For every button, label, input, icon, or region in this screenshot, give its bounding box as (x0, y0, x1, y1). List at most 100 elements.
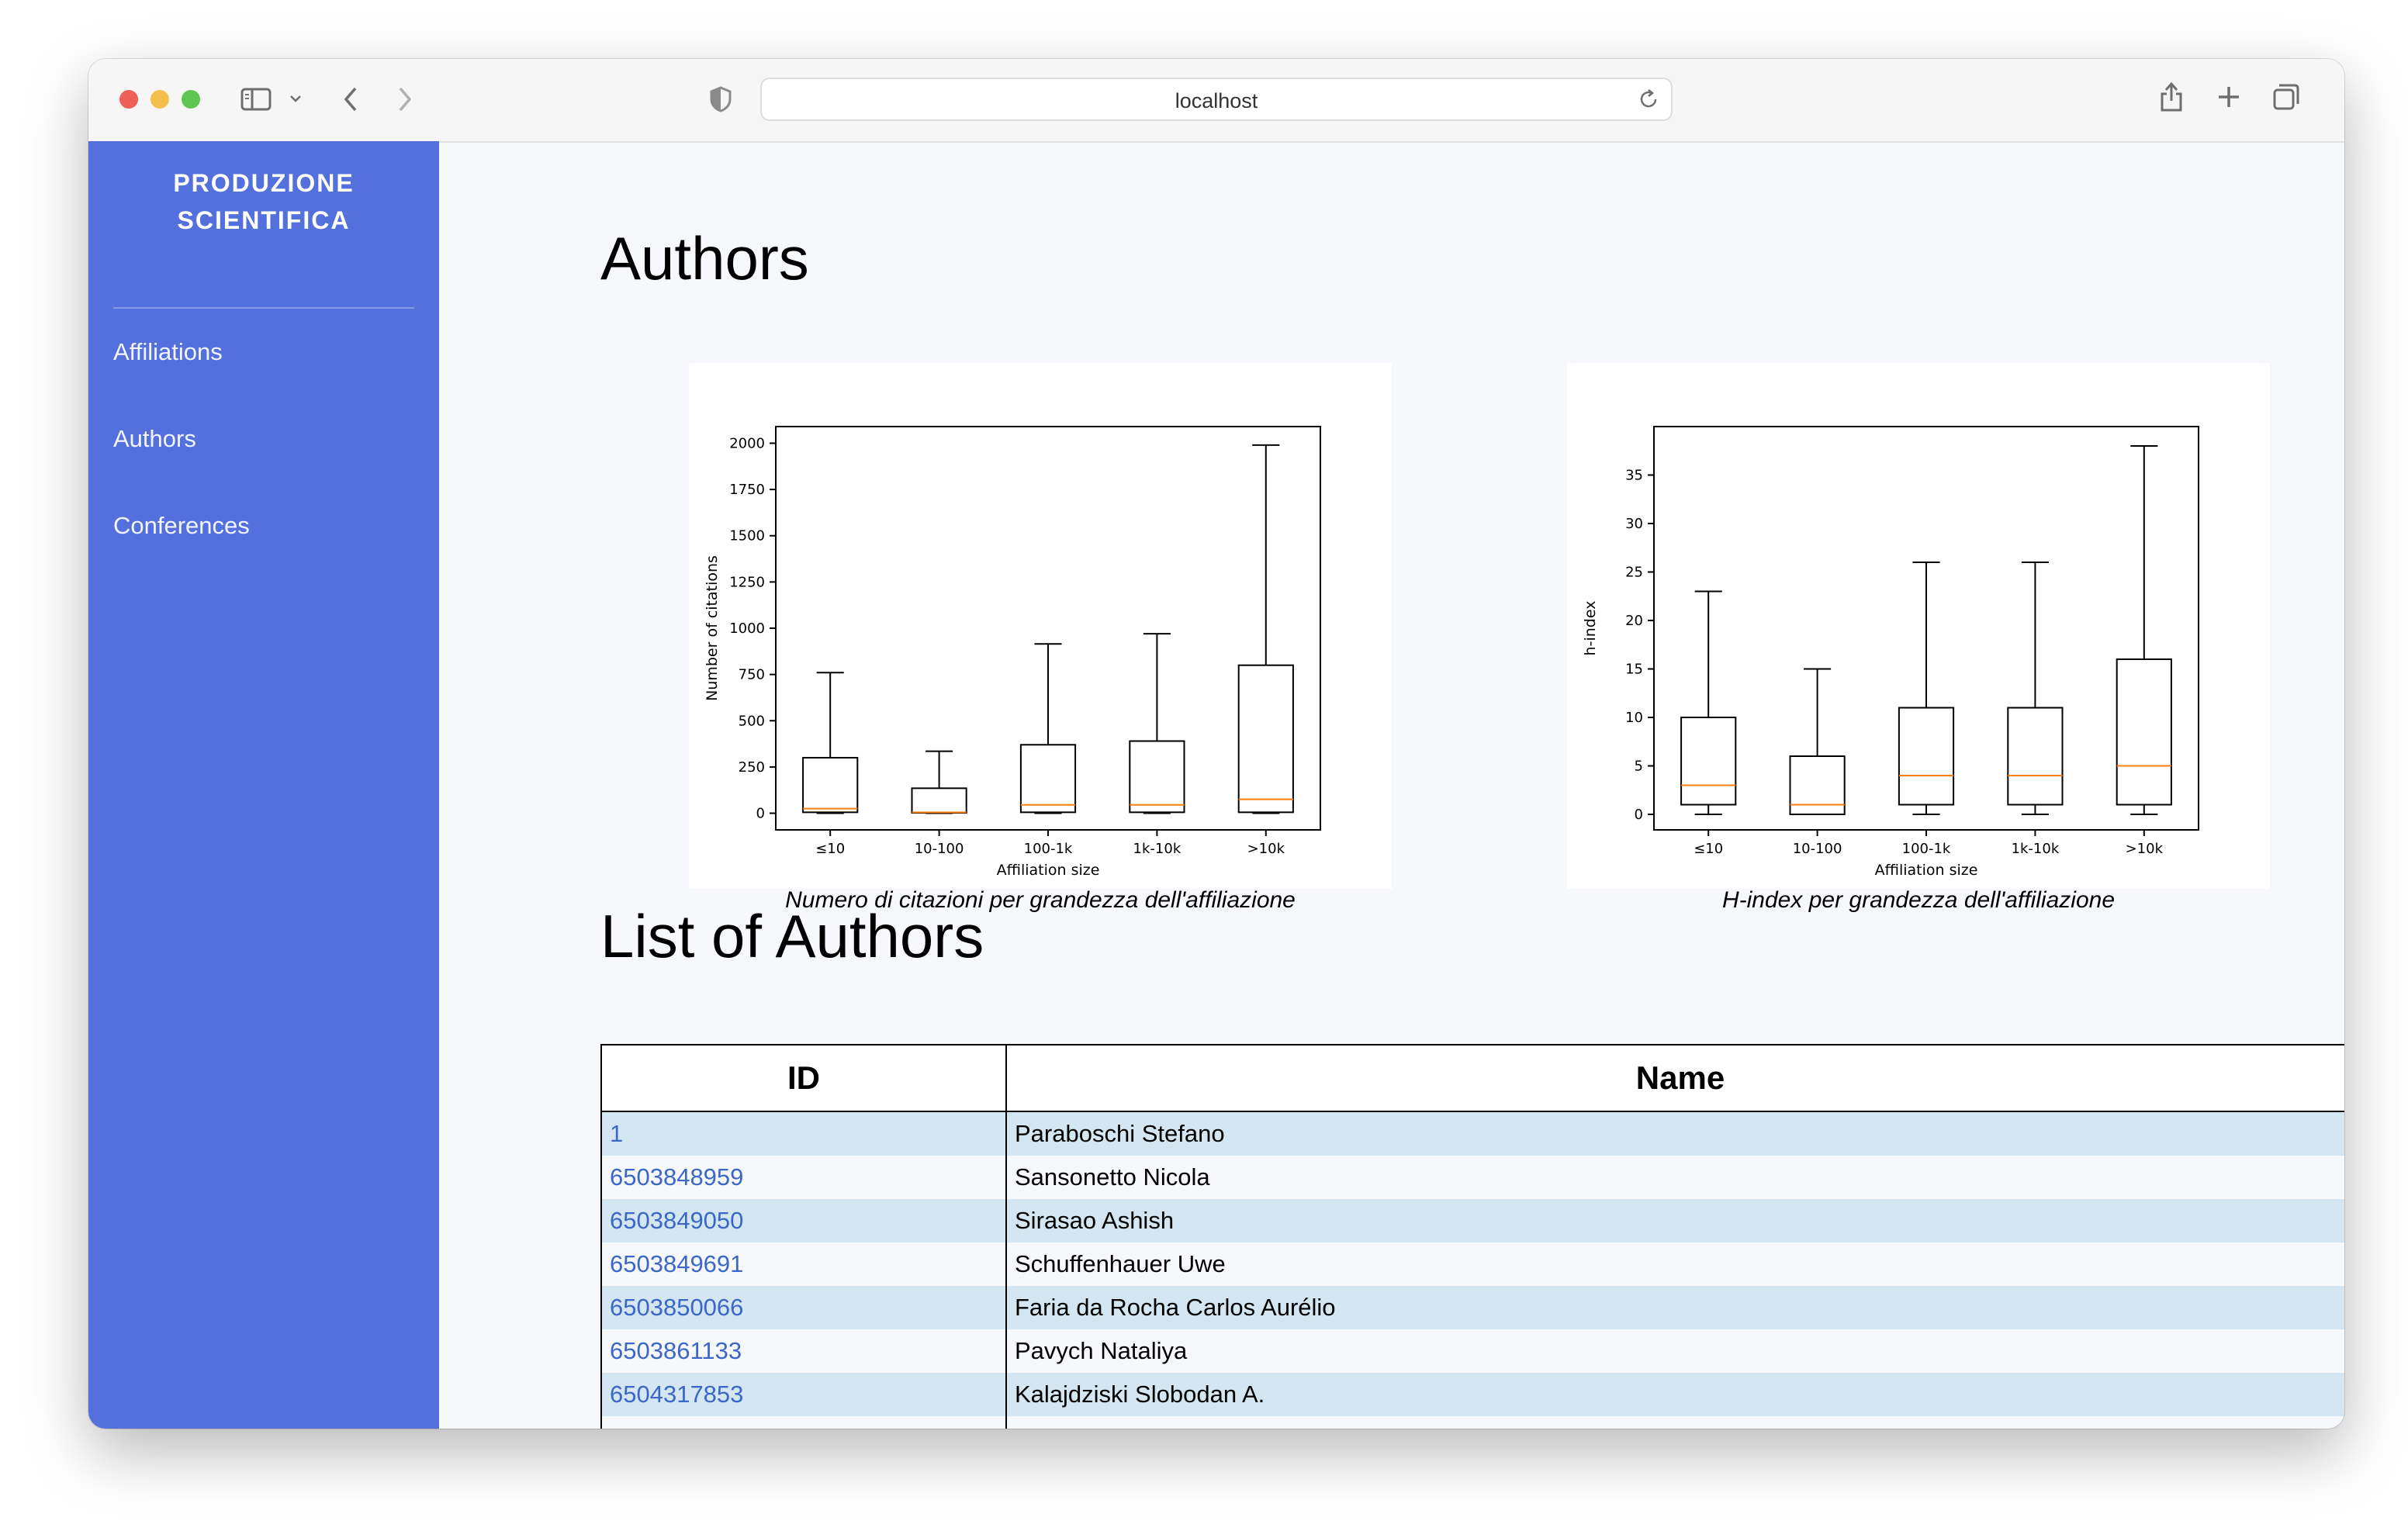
reload-icon[interactable] (1637, 88, 1660, 111)
box (802, 756, 859, 814)
zoom-window-button[interactable] (182, 90, 200, 109)
x-axis-label: Affiliation size (1875, 862, 1978, 879)
y-tick-label: 1750 (729, 482, 765, 498)
box (2116, 658, 2172, 806)
y-tick-label: 30 (1625, 516, 1643, 532)
y-tick-label: 250 (739, 759, 765, 776)
author-id-cell: 6503850066 (600, 1286, 1007, 1329)
box (1019, 744, 1077, 814)
brand-logo[interactable]: PRODUZIONE SCIENTIFICA (88, 164, 439, 239)
privacy-shield-icon[interactable] (709, 85, 732, 113)
sidebar-item-conferences[interactable]: Conferences (113, 512, 250, 540)
sidebar-item-authors[interactable]: Authors (113, 425, 196, 453)
author-id-cell: 6503849691 (600, 1242, 1007, 1286)
table-row: 6503848959 Sansonetto Nicola (600, 1156, 2344, 1199)
column-header-name[interactable]: Name (1005, 1044, 2344, 1112)
box (1898, 707, 1955, 806)
author-name-cell: Schuffenhauer Uwe (1005, 1242, 2344, 1286)
author-name-cell: Kalajdziski Slobodan A. (1005, 1373, 2344, 1416)
y-tick-label: 0 (1635, 807, 1643, 823)
table-row: 6504344958 Gillmeister Helge (600, 1416, 2344, 1429)
sidebar-toggle-icon[interactable] (240, 87, 272, 112)
share-icon[interactable] (2158, 81, 2185, 113)
author-id-cell: 6503861133 (600, 1329, 1007, 1373)
author-name-cell: Gillmeister Helge (1005, 1416, 2344, 1429)
table-row: 1 Paraboschi Stefano (600, 1111, 2344, 1156)
table-row: 6503861133 Pavych Nataliya (600, 1329, 2344, 1373)
new-tab-icon[interactable] (2216, 84, 2242, 110)
sidebar: PRODUZIONE SCIENTIFICA Affiliations Auth… (88, 141, 439, 1429)
table-header-row: ID Name (600, 1044, 2344, 1112)
y-axis-label: h-index (1582, 601, 1599, 656)
back-icon[interactable] (341, 85, 360, 113)
y-tick-label: 20 (1625, 613, 1643, 629)
hindex-chart-card: 0 5 10 15 20 25 30 35 ≤10 10-100 100-1k 1k-10k >10k A… (1567, 363, 2270, 889)
box (1237, 664, 1294, 814)
citations-chart-card: 0 250 500 750 1000 1250 1500 1750 2000 ≤10 10-100 1… (689, 363, 1392, 889)
x-tick-label: 10-100 (915, 841, 964, 857)
x-tick-label: 1k-10k (1133, 841, 1182, 857)
author-id-link[interactable]: 1 (610, 1120, 623, 1147)
y-axis-label: Number of citations (704, 555, 721, 701)
table-row: 6504317853 Kalajdziski Slobodan A. (600, 1373, 2344, 1416)
y-tick-label: 0 (756, 806, 765, 822)
author-id-cell: 1 (600, 1111, 1007, 1156)
author-id-link[interactable]: 6503849050 (610, 1207, 743, 1234)
author-id-link[interactable]: 6504317853 (610, 1381, 743, 1408)
authors-table: ID Name 1 Paraboschi Stefano 6503848959 San… (600, 1044, 2344, 1429)
sidebar-divider (113, 307, 414, 309)
address-bar[interactable]: localhost (760, 78, 1673, 121)
author-name-cell: Pavych Nataliya (1005, 1329, 2344, 1373)
column-header-id[interactable]: ID (600, 1044, 1007, 1112)
y-tick-label: 10 (1625, 710, 1643, 726)
y-tick-label: 5 (1635, 759, 1643, 775)
author-id-cell: 6503848959 (600, 1156, 1007, 1199)
author-id-cell: 6504317853 (600, 1373, 1007, 1416)
x-axis-label: Affiliation size (997, 862, 1100, 879)
citations-boxplot: 0 250 500 750 1000 1250 1500 1750 2000 ≤10 10-100 1… (704, 426, 1321, 879)
y-tick-label: 1500 (729, 528, 765, 544)
author-id-link[interactable]: 6504344958 (610, 1424, 743, 1429)
y-tick-label: 25 (1625, 565, 1643, 581)
x-tick-label: >10k (2126, 841, 2164, 857)
y-tick-label: 500 (739, 713, 765, 729)
authors-table-container[interactable]: ID Name 1 Paraboschi Stefano 6503848959 San… (600, 1044, 2344, 1429)
y-tick-label: 1000 (729, 620, 765, 637)
forward-icon[interactable] (396, 85, 414, 113)
author-id-cell: 6504344958 (600, 1416, 1007, 1429)
author-name-cell: Sirasao Ashish (1005, 1199, 2344, 1242)
hindex-chart-caption: H-index per grandezza dell'affiliazione (1721, 887, 2115, 913)
box (1129, 740, 1185, 814)
minimize-window-button[interactable] (150, 90, 169, 109)
chevron-down-icon[interactable] (289, 93, 303, 104)
brand-line2: SCIENTIFICA (177, 206, 351, 234)
table-row: 6503850066 Faria da Rocha Carlos Aurélio (600, 1286, 2344, 1329)
tab-overview-icon[interactable] (2271, 82, 2301, 112)
x-tick-label: 100-1k (1902, 841, 1951, 857)
y-tick-label: 2000 (729, 435, 765, 451)
author-name-cell: Sansonetto Nicola (1005, 1156, 2344, 1199)
author-id-link[interactable]: 6503861133 (610, 1337, 742, 1364)
box (1789, 755, 1846, 815)
brand-line1: PRODUZIONE (173, 169, 355, 197)
author-id-link[interactable]: 6503849691 (610, 1250, 743, 1277)
y-tick-label: 15 (1625, 662, 1643, 678)
y-tick-label: 35 (1625, 468, 1643, 484)
browser-toolbar: localhost (88, 59, 2344, 143)
sidebar-item-affiliations[interactable]: Affiliations (113, 338, 223, 366)
main-content: Authors 0 250 500 750 1000 1250 1500 1750 2000 ≤1… (439, 141, 2344, 1429)
close-window-button[interactable] (119, 90, 138, 109)
x-tick-label: 1k-10k (2012, 841, 2060, 857)
author-id-link[interactable]: 6503848959 (610, 1163, 743, 1191)
author-id-link[interactable]: 6503850066 (610, 1294, 743, 1321)
address-text: localhost (1175, 89, 1258, 112)
list-title: List of Authors (600, 902, 984, 970)
browser-window: localhost PRODUZIONE SCIENTIFICA Affilia… (88, 59, 2344, 1429)
x-tick-label: ≤10 (1694, 841, 1723, 857)
x-tick-label: >10k (1247, 841, 1285, 857)
y-tick-label: 750 (739, 667, 765, 683)
table-row: 6503849050 Sirasao Ashish (600, 1199, 2344, 1242)
hindex-boxplot: 0 5 10 15 20 25 30 35 ≤10 10-100 100-1k 1k-10k >10k A… (1582, 426, 2199, 879)
y-tick-label: 1250 (729, 574, 765, 590)
x-tick-label: 10-100 (1793, 841, 1842, 857)
